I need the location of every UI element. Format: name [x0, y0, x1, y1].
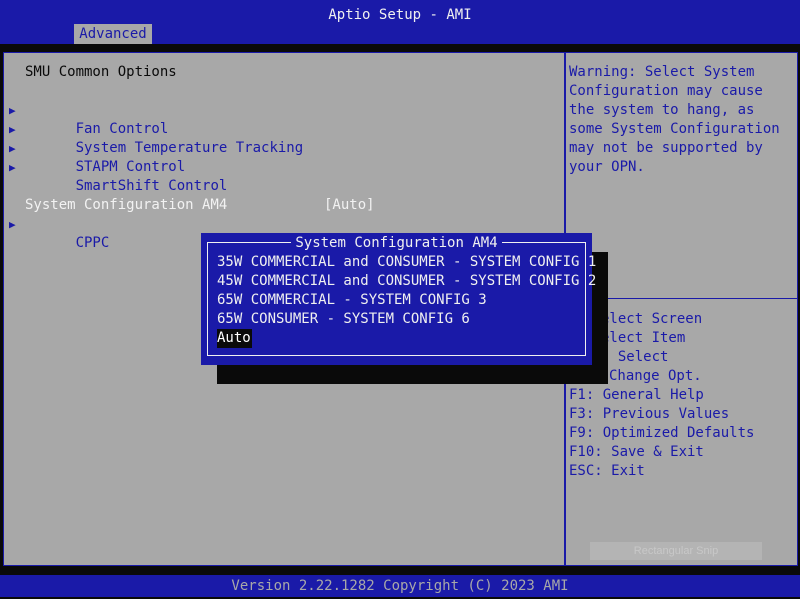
menu-item-cppc[interactable]: ▶ CPPC — [9, 215, 110, 272]
title-bar: Aptio Setup - AMI Advanced — [0, 0, 800, 44]
popup-option-auto-selected[interactable]: Auto — [217, 329, 252, 348]
popup-option-3[interactable]: 65W COMMERCIAL - SYSTEM CONFIG 3 — [217, 291, 487, 310]
key-hint: F10: Save & Exit — [569, 444, 704, 460]
submenu-arrow-icon: ▶ — [9, 218, 16, 231]
key-hint: elect Screen — [601, 311, 703, 327]
status-bar: Version 2.22.1282 Copyright (C) 2023 AMI — [0, 575, 800, 597]
submenu-arrow-icon: ▶ — [9, 142, 16, 155]
rectangular-snip-overlay: Rectangular Snip — [590, 542, 762, 560]
popup-title: System Configuration AM4 — [201, 234, 592, 252]
key-hint: F9: Optimized Defaults — [569, 425, 755, 441]
key-hint: F3: Previous Values — [569, 406, 730, 422]
help-text: Warning: Select System Configuration may… — [569, 64, 789, 175]
key-hint: Change Opt. — [609, 368, 702, 384]
popup-option-2[interactable]: 45W COMMERCIAL and CONSUMER - SYSTEM CON… — [217, 272, 596, 291]
popup-option-1[interactable]: 35W COMMERCIAL and CONSUMER - SYSTEM CON… — [217, 253, 596, 272]
popup-option-4[interactable]: 65W CONSUMER - SYSTEM CONFIG 6 — [217, 310, 470, 329]
section-heading: SMU Common Options — [25, 64, 177, 80]
popup-title-text: System Configuration AM4 — [291, 235, 502, 251]
key-hint: ESC: Exit — [569, 463, 645, 479]
submenu-arrow-icon: ▶ — [9, 104, 16, 117]
system-configuration-am4-label[interactable]: System Configuration AM4 — [25, 196, 227, 215]
key-hint: : Select — [601, 349, 669, 365]
submenu-arrow-icon: ▶ — [9, 123, 16, 136]
key-hint: elect Item — [601, 330, 686, 346]
key-hint: F1: General Help — [569, 387, 704, 403]
submenu-arrow-icon: ▶ — [9, 161, 16, 174]
options-popup: System Configuration AM4 35W COMMERCIAL … — [201, 233, 596, 365]
menu-item-label: CPPC — [75, 235, 110, 251]
system-configuration-am4-value[interactable]: [Auto] — [324, 196, 375, 215]
menu-item-label: SmartShift Control — [75, 178, 228, 194]
version-text: Version 2.22.1282 Copyright (C) 2023 AMI — [231, 578, 569, 594]
tab-advanced[interactable]: Advanced — [74, 24, 152, 44]
app-title: Aptio Setup - AMI — [328, 7, 472, 23]
